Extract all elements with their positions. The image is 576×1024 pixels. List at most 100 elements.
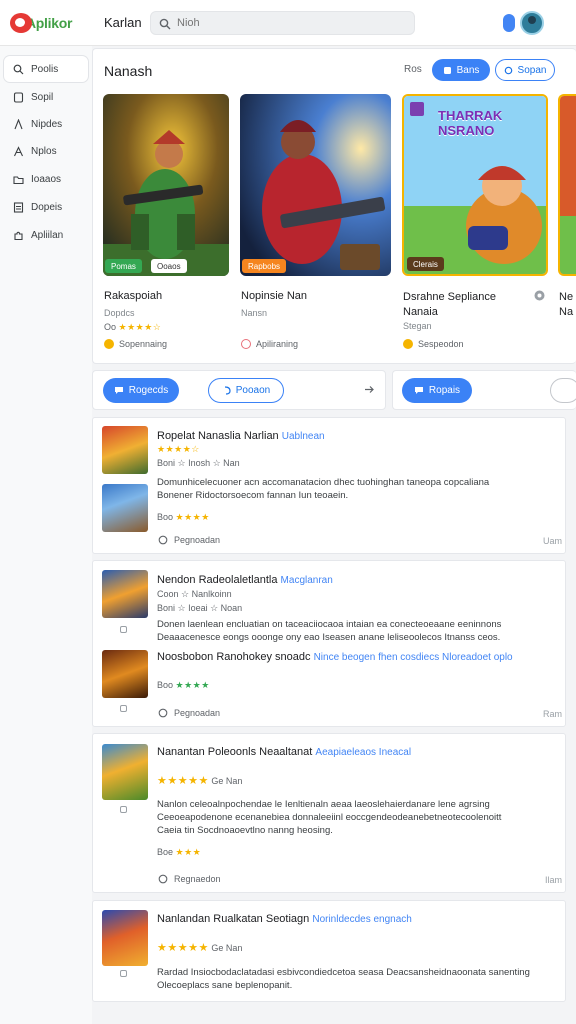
review-line: Rardad Insiocbodaclatadasi esbivcondiedc… xyxy=(157,967,530,978)
review-title-text: Noosbobon Ranohokey snoadc xyxy=(157,651,311,663)
rating-stars: ★★★★★ xyxy=(157,775,209,787)
game-title[interactable]: Dsrahne Sepliance Nanaia xyxy=(403,290,513,320)
game-artwork-image xyxy=(103,94,229,276)
review-title-link[interactable]: Uablnean xyxy=(282,431,325,442)
folder-icon xyxy=(13,175,24,184)
app-logo[interactable]: Aplikor xyxy=(10,12,72,34)
review-title[interactable]: Nanlandan Rualkatan Seotiagn Norinldecde… xyxy=(157,913,412,925)
status-dot-icon xyxy=(104,339,114,349)
review-title[interactable]: Nanantan Poleoonls Neaaltanat Aeapiaelea… xyxy=(157,746,411,758)
game-developer: Nansn xyxy=(241,308,268,318)
game-art-title: THARRAK NSRANO xyxy=(438,108,503,138)
footer-label: Pegnoadan xyxy=(174,708,221,718)
checkbox-icon[interactable] xyxy=(120,626,127,633)
arrow-right-icon[interactable] xyxy=(364,384,375,395)
primary-action-label: Rogecds xyxy=(128,385,169,396)
theme-toggle[interactable] xyxy=(503,14,515,32)
rating-prefix: Boo xyxy=(157,680,174,690)
checkbox-icon[interactable] xyxy=(120,705,127,712)
sidebar-item-label: Ioaaos xyxy=(31,173,62,185)
game-thumbnail-image[interactable] xyxy=(102,570,148,618)
app-title: Karlan xyxy=(104,15,142,30)
sidebar-item-label: Sopil xyxy=(31,91,54,103)
reply-icon xyxy=(224,386,231,395)
game-thumbnail-image[interactable] xyxy=(102,910,148,966)
search-input[interactable] xyxy=(177,15,397,31)
game-footer: Sespeodon xyxy=(403,339,464,349)
game-thumbnail-image[interactable] xyxy=(102,744,148,800)
review-line: Ceeoeapodenone ecenanebiea donnaleeiinl … xyxy=(157,812,502,823)
review-title-link[interactable]: Norinldecdes engnach xyxy=(312,914,412,925)
game-tile[interactable]: Pomas Ooaos xyxy=(103,94,229,276)
footer-label: Pegnoadan xyxy=(174,535,221,545)
game-title[interactable]: Nopinsie Nan xyxy=(241,290,307,302)
sort-label[interactable]: Ros xyxy=(404,64,422,75)
game-thumbnail-image[interactable] xyxy=(102,650,148,698)
open-button[interactable]: Sopan xyxy=(495,59,555,81)
type-badge: Ooaos xyxy=(151,259,187,273)
game-tile[interactable]: THARRAK NSRANO Clerais xyxy=(402,94,548,276)
sidebar-item-poolis[interactable]: Poolis xyxy=(4,56,88,82)
secondary-action-button[interactable]: Pooaon xyxy=(208,378,284,403)
search-bar[interactable] xyxy=(150,11,415,35)
chat-icon xyxy=(114,387,123,394)
review-stars: ★★★★★ Ge Nan xyxy=(157,774,242,787)
rating-stars: ★★★★ xyxy=(175,512,210,522)
primary-action-button[interactable]: Rogecds xyxy=(103,378,179,403)
rating-stars: ★★★ xyxy=(175,847,202,857)
sidebar: Poolis Sopil Nipdes Nplos Ioaaos Dopeis … xyxy=(0,46,92,1024)
text-icon xyxy=(14,145,23,156)
download-icon[interactable] xyxy=(534,290,545,301)
review-line: Bonener Ridoctorsoecom fannan Iun teoaei… xyxy=(157,490,349,501)
tertiary-action-label: Ropais xyxy=(428,385,461,396)
sidebar-item-sopil[interactable]: Sopil xyxy=(4,84,88,110)
game-thumbnail-image[interactable] xyxy=(102,426,148,474)
rating-stars: ★★★★☆ xyxy=(118,322,162,332)
review-title[interactable]: Nendon Radeolaletlantla Macglanran xyxy=(157,574,333,586)
sub-review-title[interactable]: Noosbobon Ranohokey snoadc Nince beogen … xyxy=(157,651,513,663)
sidebar-item-nipdes[interactable]: Nipdes xyxy=(4,111,88,137)
file-icon xyxy=(13,91,24,103)
review-line: Nanlon celeoalnpochendae le Ienltienaln … xyxy=(157,799,490,810)
rating-stars: ★★★★★ xyxy=(157,942,209,954)
filter-button[interactable]: Bans xyxy=(432,59,490,81)
checkbox-icon[interactable] xyxy=(120,806,127,813)
footer-label: Sopennaing xyxy=(119,339,168,349)
tertiary-action-button[interactable]: Ropais xyxy=(402,378,472,403)
review-footer[interactable]: Pegnoadan xyxy=(158,708,220,718)
refresh-icon xyxy=(158,535,168,545)
rating-stars: ★★★★☆ xyxy=(157,444,200,454)
review-footer[interactable]: Pegnoadan xyxy=(158,535,220,545)
puzzle-icon xyxy=(14,231,23,240)
review-title-link[interactable]: Macglanran xyxy=(281,575,333,586)
avatar[interactable] xyxy=(520,11,544,35)
sidebar-item-ioaaos[interactable]: Ioaaos xyxy=(4,166,88,192)
review-title-link[interactable]: Aeapiaeleaos Ineacal xyxy=(315,747,411,758)
rating-prefix: Boe xyxy=(157,847,174,857)
partial-button[interactable] xyxy=(550,378,576,403)
sidebar-item-nplos[interactable]: Nplos xyxy=(4,138,88,164)
document-icon xyxy=(13,201,24,213)
logo-text: Aplikor xyxy=(26,15,73,31)
sidebar-item-label: Apliilan xyxy=(31,229,64,241)
review-time: Ilam xyxy=(544,875,562,885)
sidebar-item-dopeis[interactable]: Dopeis xyxy=(4,194,88,220)
review-meta: Boni ☆ Inosh ☆ Nan xyxy=(157,458,240,468)
review-body: Donen laenlean encluatian on taceaciioca… xyxy=(157,618,557,644)
review-title[interactable]: Ropelat Nanaslia Narlian Uablnean xyxy=(157,430,325,442)
sidebar-item-apliilan[interactable]: Apliilan xyxy=(4,222,88,248)
review-line: Domunhicelecuoner acn accomanatacion dhe… xyxy=(157,477,490,488)
refresh-icon xyxy=(158,708,168,718)
filter-button-label: Bans xyxy=(456,64,480,76)
review-title-link[interactable]: Nince beogen fhen cosdiecs Nloreadoet op… xyxy=(314,652,513,663)
sub-rating: Boe ★★★ xyxy=(157,847,201,858)
review-footer[interactable]: Regnaedon xyxy=(158,874,221,884)
game-title[interactable]: Rakaspoiah xyxy=(104,290,162,302)
game-title[interactable]: Ne Na xyxy=(559,290,576,320)
game-thumbnail-image[interactable] xyxy=(102,484,148,532)
game-tile[interactable]: Rapbobs xyxy=(240,94,391,276)
checkbox-icon[interactable] xyxy=(120,970,127,977)
category-badge: Pomas xyxy=(105,259,142,273)
review-time: Uam xyxy=(542,536,562,546)
game-tile[interactable] xyxy=(558,94,576,276)
